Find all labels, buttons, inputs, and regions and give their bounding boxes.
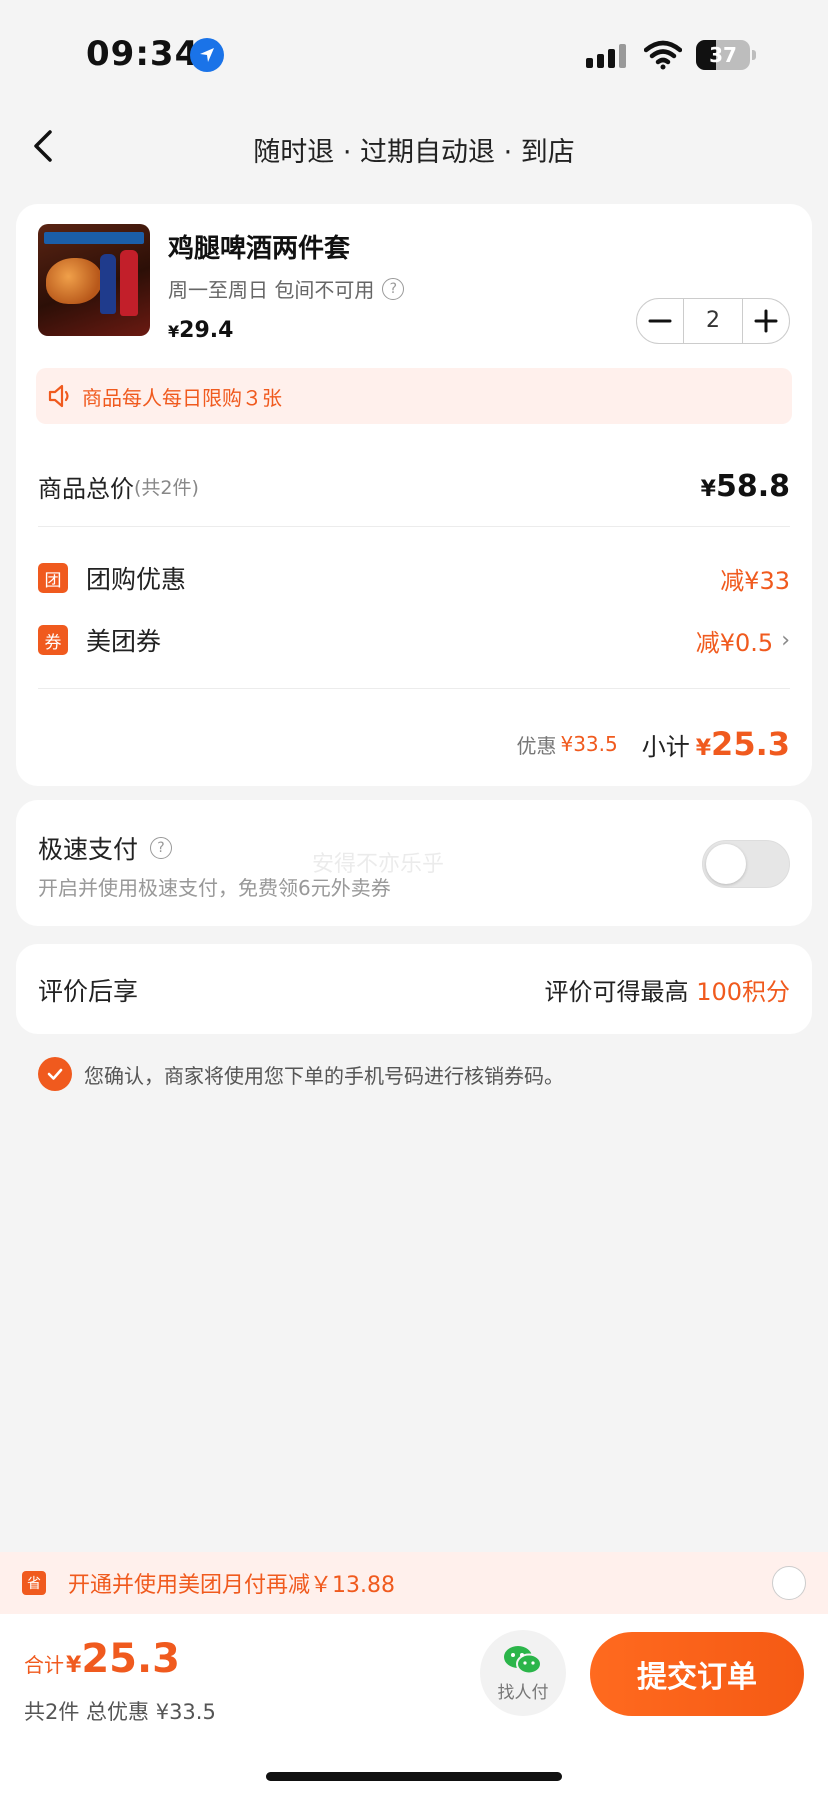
promo-radio[interactable] bbox=[772, 1566, 806, 1600]
discount-label: 美团券 bbox=[86, 627, 162, 656]
discount-value: 减¥0.5 bbox=[695, 628, 774, 657]
discount-row-coupon[interactable]: 券 美团券 减¥0.5 › bbox=[38, 620, 790, 660]
wifi-icon bbox=[644, 40, 682, 70]
total-amount: 58.8 bbox=[715, 468, 790, 504]
saving-value: ¥33.5 bbox=[560, 732, 618, 756]
group-buy-badge-icon: 团 bbox=[38, 563, 68, 593]
checkbox-checked-icon[interactable] bbox=[38, 1057, 72, 1091]
increase-button[interactable] bbox=[743, 299, 789, 343]
promo-text: 开通并使用美团月付再减￥13.88 bbox=[68, 1573, 395, 1598]
battery-level: 37 bbox=[709, 43, 737, 67]
cellular-signal-icon bbox=[586, 44, 626, 68]
subtotal-amount: 25.3 bbox=[711, 725, 790, 763]
discount-row-group-buy: 团 团购优惠 减¥33 bbox=[38, 558, 790, 598]
status-bar: 09:34 37 bbox=[0, 0, 828, 110]
phone-confirm: 您确认，商家将使用您下单的手机号码进行核销券码。 bbox=[38, 1057, 564, 1091]
quick-pay-toggle[interactable] bbox=[702, 840, 790, 888]
help-icon[interactable]: ? bbox=[150, 837, 173, 859]
total-label: 商品总价 bbox=[38, 474, 134, 503]
wechat-icon bbox=[504, 1645, 542, 1674]
total-currency: ¥ bbox=[700, 476, 716, 502]
minus-icon bbox=[648, 319, 672, 323]
discount-value: 减¥33 bbox=[720, 566, 790, 595]
discount-label: 团购优惠 bbox=[86, 565, 187, 594]
nav-bar: 随时退 · 过期自动退 · 到店 bbox=[0, 110, 828, 182]
decrease-button[interactable] bbox=[637, 299, 683, 343]
friend-pay-button[interactable]: 找人付 bbox=[480, 1630, 566, 1716]
price-currency: ¥ bbox=[168, 322, 180, 341]
monthly-pay-promo[interactable]: 省 开通并使用美团月付再减￥13.88 bbox=[0, 1552, 828, 1614]
total-price-row: 商品总价 (共2件) ¥58.8 bbox=[38, 466, 790, 506]
saving-label: 优惠 bbox=[516, 733, 557, 758]
order-total: 合计 ¥ 25.3 bbox=[24, 1636, 180, 1682]
quantity-value[interactable]: 2 bbox=[683, 299, 743, 343]
chevron-right-icon: › bbox=[781, 627, 790, 653]
subtotal-value: ¥25.3 bbox=[696, 725, 790, 763]
subtotal-currency: ¥ bbox=[695, 736, 712, 761]
toggle-knob bbox=[706, 844, 746, 884]
friend-pay-label: 找人付 bbox=[497, 1682, 549, 1703]
review-reward-card: 评价后享 评价可得最高 100积分 bbox=[16, 944, 812, 1034]
help-icon[interactable]: ? bbox=[382, 277, 405, 300]
review-points: 100积分 bbox=[696, 978, 790, 1006]
price-value: 29.4 bbox=[179, 318, 234, 343]
quantity-stepper: 2 bbox=[636, 298, 790, 344]
total-count: (共2件) bbox=[134, 476, 199, 499]
divider bbox=[38, 688, 790, 689]
review-reward: 评价可得最高 100积分 bbox=[545, 972, 790, 1007]
save-badge-icon: 省 bbox=[22, 1571, 46, 1595]
quick-pay-card: 极速支付 ? 开启并使用极速支付，免费领6元外卖券 安得不亦乐乎 bbox=[16, 800, 812, 926]
product-name: 鸡腿啤酒两件套 bbox=[168, 234, 351, 264]
subtotal-row: 优惠 ¥33.5 小计 ¥25.3 bbox=[38, 724, 790, 764]
quick-pay-title: 极速支付 ? bbox=[38, 830, 173, 866]
speaker-icon bbox=[48, 384, 69, 408]
sum-currency: ¥ bbox=[66, 1653, 82, 1678]
sum-label: 合计 bbox=[24, 1653, 64, 1677]
checkout-bar: 合计 ¥ 25.3 共2件 总优惠 ¥33.5 找人付 提交订单 bbox=[0, 1614, 828, 1795]
order-card: 鸡腿啤酒两件套 周一至周日 包间不可用 ? ¥29.4 2 商品每人每日限购３张… bbox=[16, 204, 812, 786]
divider bbox=[38, 526, 790, 527]
product-availability: 周一至周日 包间不可用 ? bbox=[168, 274, 405, 303]
watermark: 安得不亦乐乎 bbox=[312, 852, 445, 877]
sum-value: 25.3 bbox=[81, 1636, 181, 1682]
submit-order-button[interactable]: 提交订单 bbox=[590, 1632, 804, 1716]
product-thumbnail[interactable] bbox=[38, 224, 150, 336]
product-price: ¥29.4 bbox=[168, 318, 233, 343]
battery-icon: 37 bbox=[696, 40, 756, 70]
total-value: ¥58.8 bbox=[701, 469, 790, 504]
home-indicator bbox=[266, 1772, 562, 1781]
location-arrow-icon bbox=[190, 38, 224, 72]
availability-text: 周一至周日 包间不可用 bbox=[168, 278, 375, 302]
limit-text: 商品每人每日限购３张 bbox=[82, 385, 282, 410]
purchase-limit-notice: 商品每人每日限购３张 bbox=[36, 368, 792, 424]
review-label: 评价后享 bbox=[38, 977, 139, 1006]
confirm-text: 您确认，商家将使用您下单的手机号码进行核销券码。 bbox=[84, 1063, 564, 1088]
coupon-badge-icon: 券 bbox=[38, 625, 68, 655]
plus-icon bbox=[754, 309, 778, 333]
sum-detail: 共2件 总优惠 ¥33.5 bbox=[24, 1700, 216, 1724]
subtotal-label: 小计 bbox=[641, 732, 690, 761]
page-title: 随时退 · 过期自动退 · 到店 bbox=[253, 137, 575, 168]
quick-pay-title-text: 极速支付 bbox=[38, 835, 139, 864]
review-prefix: 评价可得最高 bbox=[544, 978, 689, 1006]
status-time: 09:34 bbox=[86, 34, 200, 74]
